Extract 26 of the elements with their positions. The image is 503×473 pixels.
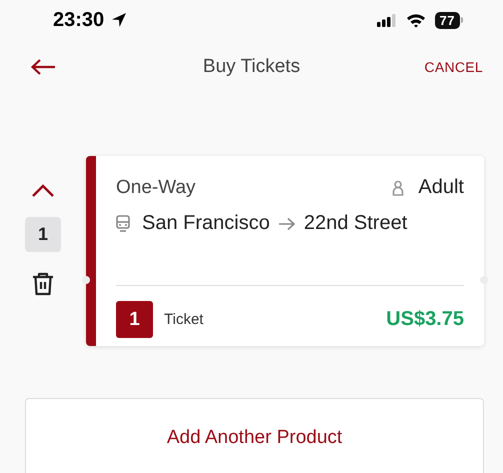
origin-station: San Francisco: [142, 212, 270, 235]
location-arrow-icon: [110, 11, 128, 29]
quantity-badge: 1: [25, 217, 61, 252]
signal-icon: [376, 13, 397, 27]
add-product-button[interactable]: Add Another Product: [25, 398, 484, 473]
collapse-button[interactable]: [31, 184, 55, 198]
ticket-label: Ticket: [164, 311, 204, 328]
right-arrow-icon: [278, 216, 296, 230]
ticket-notch: [82, 276, 90, 284]
back-arrow-icon: [30, 58, 56, 76]
status-time: 23:30: [53, 8, 104, 32]
back-button[interactable]: [30, 58, 56, 76]
cancel-button[interactable]: CANCEL: [424, 59, 483, 75]
page-title: Buy Tickets: [202, 56, 300, 78]
wifi-icon: [406, 12, 426, 28]
fare-type: One-Way: [116, 176, 196, 198]
destination-station: 22nd Street: [304, 212, 408, 235]
chevron-up-icon: [31, 184, 55, 198]
rider-type: Adult: [418, 176, 464, 199]
battery-indicator: 77: [434, 12, 463, 28]
person-icon: [392, 180, 404, 196]
ticket-count-badge: 1: [116, 301, 153, 338]
ticket-price: US$3.75: [386, 308, 464, 331]
trash-icon: [32, 272, 54, 296]
delete-button[interactable]: [32, 272, 54, 296]
train-icon: [116, 215, 130, 232]
